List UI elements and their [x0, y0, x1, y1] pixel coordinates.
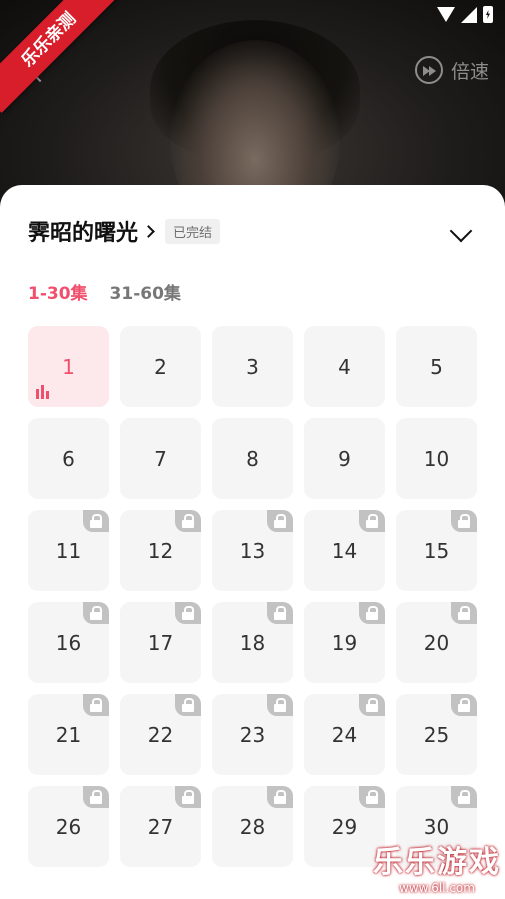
episode-5-button[interactable]: 5 [396, 326, 477, 407]
episode-3-button[interactable]: 3 [212, 326, 293, 407]
now-playing-icon [36, 385, 49, 399]
episode-9-button[interactable]: 9 [304, 418, 385, 499]
episode-number: 18 [239, 630, 266, 655]
watermark-url: www.6ll.com [399, 881, 475, 895]
episode-22-button[interactable]: 22 [120, 694, 201, 775]
episode-number: 30 [423, 814, 450, 839]
episode-number: 19 [331, 630, 358, 655]
lock-icon [267, 786, 293, 808]
episode-range-tabs: 1-30集 31-60集 [28, 279, 181, 304]
tab-range-31-60[interactable]: 31-60集 [110, 279, 181, 304]
lock-icon [359, 786, 385, 808]
lock-icon [83, 786, 109, 808]
episode-14-button[interactable]: 14 [304, 510, 385, 591]
episode-number: 9 [338, 446, 351, 471]
status-badge: 已完结 [165, 218, 221, 244]
lock-icon [83, 694, 109, 716]
lock-icon [267, 602, 293, 624]
speed-label: 倍速 [450, 60, 489, 83]
episode-number: 28 [239, 814, 266, 839]
fast-forward-icon [414, 56, 443, 84]
drama-title-row[interactable]: 霁昭的曙光 已完结 [28, 215, 221, 247]
lock-icon [175, 786, 201, 808]
watermark-logo: 乐乐游戏 www.6ll.com [373, 837, 501, 895]
episode-number: 20 [423, 630, 450, 655]
episode-number: 7 [154, 446, 167, 471]
episode-16-button[interactable]: 16 [28, 602, 109, 683]
episode-grid: 1 2 3 4 5 6 7 8 9 10 11 12 13 14 15 16 17 18 19 20 21 22 23 24 2… [28, 326, 477, 867]
lock-icon [267, 694, 293, 716]
episode-21-button[interactable]: 21 [28, 694, 109, 775]
episode-number: 26 [55, 814, 82, 839]
episode-number: 15 [423, 538, 450, 563]
episode-17-button[interactable]: 17 [120, 602, 201, 683]
episode-number: 22 [147, 722, 174, 747]
signal-icon [461, 6, 477, 23]
episode-number: 17 [147, 630, 174, 655]
episode-number: 8 [246, 446, 259, 471]
lock-icon [359, 694, 385, 716]
episode-sheet: 霁昭的曙光 已完结 1-30集 31-60集 1 2 3 4 5 6 7 8 9 10 11 12 13… [0, 185, 505, 899]
episode-19-button[interactable]: 19 [304, 602, 385, 683]
episode-2-button[interactable]: 2 [120, 326, 201, 407]
lock-icon [175, 602, 201, 624]
status-bar [437, 6, 493, 23]
lock-icon [451, 602, 477, 624]
lock-icon [267, 510, 293, 532]
episode-number: 29 [331, 814, 358, 839]
episode-number: 11 [55, 538, 82, 563]
episode-4-button[interactable]: 4 [304, 326, 385, 407]
episode-number: 3 [246, 354, 259, 379]
episode-number: 25 [423, 722, 450, 747]
episode-number: 2 [154, 354, 167, 379]
lock-icon [175, 510, 201, 532]
lock-icon [451, 694, 477, 716]
episode-11-button[interactable]: 11 [28, 510, 109, 591]
lock-icon [359, 510, 385, 532]
episode-10-button[interactable]: 10 [396, 418, 477, 499]
episode-13-button[interactable]: 13 [212, 510, 293, 591]
chevron-down-icon[interactable] [449, 219, 473, 243]
episode-number: 24 [331, 722, 358, 747]
episode-number: 5 [430, 354, 443, 379]
episode-7-button[interactable]: 7 [120, 418, 201, 499]
lock-icon [451, 510, 477, 532]
lock-icon [175, 694, 201, 716]
episode-number: 23 [239, 722, 266, 747]
battery-icon [483, 6, 493, 23]
wifi-icon [437, 7, 455, 22]
episode-number: 14 [331, 538, 358, 563]
episode-24-button[interactable]: 24 [304, 694, 385, 775]
episode-1-button[interactable]: 1 [28, 326, 109, 407]
episode-20-button[interactable]: 20 [396, 602, 477, 683]
episode-number: 10 [423, 446, 450, 471]
episode-6-button[interactable]: 6 [28, 418, 109, 499]
episode-number: 13 [239, 538, 266, 563]
episode-number: 1 [62, 354, 75, 379]
lock-icon [359, 602, 385, 624]
lock-icon [83, 510, 109, 532]
episode-number: 27 [147, 814, 174, 839]
tab-range-1-30[interactable]: 1-30集 [28, 279, 88, 304]
lock-icon [83, 602, 109, 624]
episode-26-button[interactable]: 26 [28, 786, 109, 867]
episode-12-button[interactable]: 12 [120, 510, 201, 591]
episode-28-button[interactable]: 28 [212, 786, 293, 867]
episode-25-button[interactable]: 25 [396, 694, 477, 775]
episode-15-button[interactable]: 15 [396, 510, 477, 591]
episode-27-button[interactable]: 27 [120, 786, 201, 867]
drama-title: 霁昭的曙光 [28, 221, 139, 246]
episode-number: 16 [55, 630, 82, 655]
episode-8-button[interactable]: 8 [212, 418, 293, 499]
episode-number: 21 [55, 722, 82, 747]
speed-button[interactable]: 倍速 [414, 56, 489, 84]
episode-number: 6 [62, 446, 75, 471]
episode-number: 12 [147, 538, 174, 563]
lock-icon [451, 786, 477, 808]
episode-18-button[interactable]: 18 [212, 602, 293, 683]
watermark-title: 乐乐游戏 [373, 845, 501, 880]
episode-number: 4 [338, 354, 351, 379]
chevron-right-icon [142, 224, 155, 238]
episode-23-button[interactable]: 23 [212, 694, 293, 775]
